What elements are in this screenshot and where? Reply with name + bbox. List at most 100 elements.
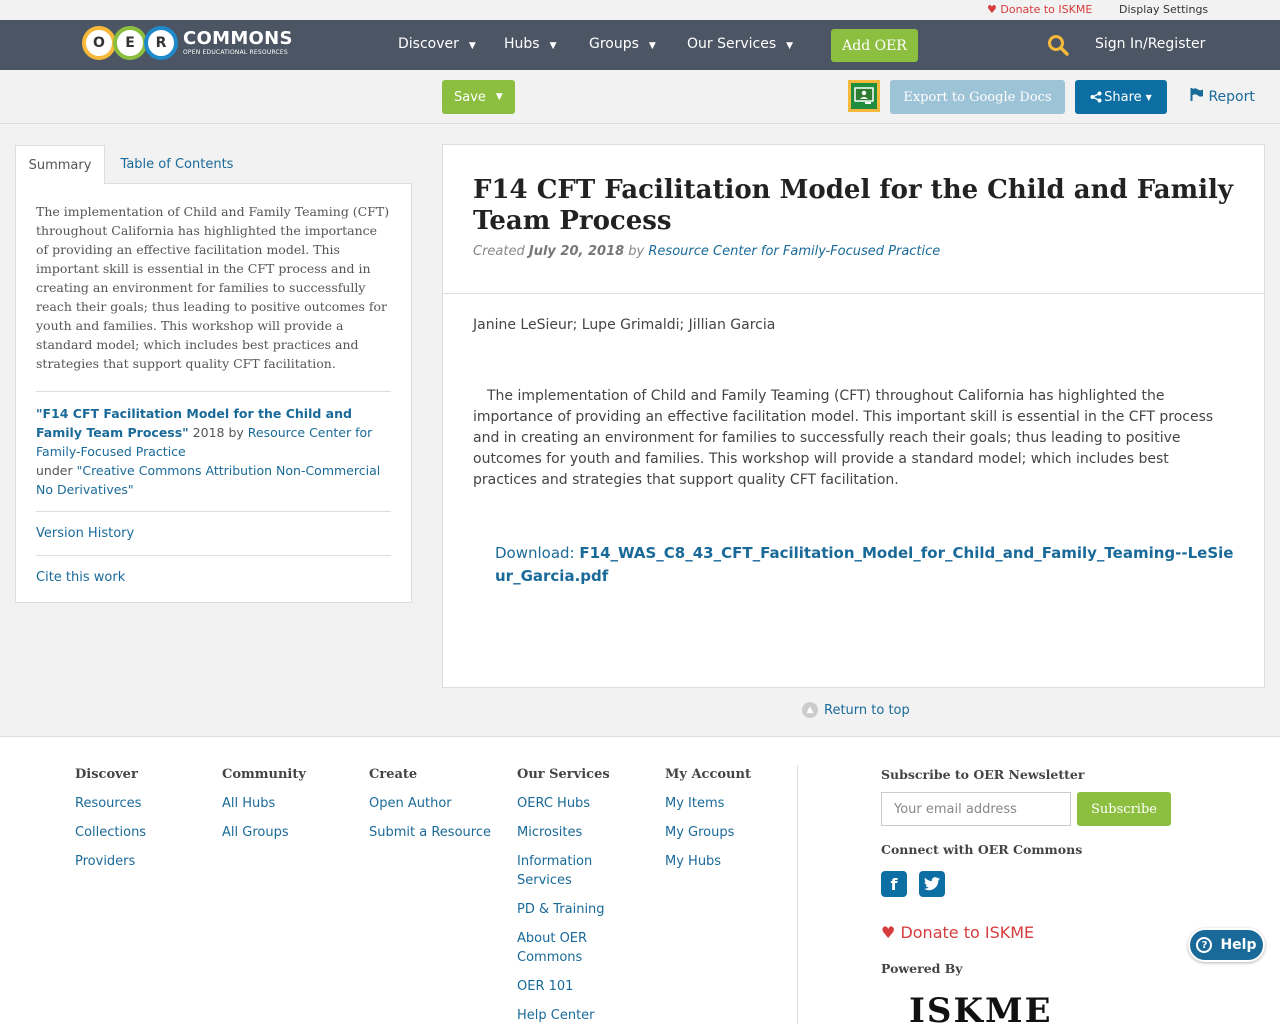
google-classroom-icon[interactable] [848, 80, 880, 112]
footer-link-submit-resource[interactable]: Submit a Resource [369, 823, 491, 842]
footer-link-all-groups[interactable]: All Groups [222, 823, 306, 842]
nav-discover[interactable]: Discover ▼ [398, 36, 476, 52]
footer-link-my-hubs[interactable]: My Hubs [665, 852, 751, 871]
tab-table-of-contents[interactable]: Table of Contents [115, 145, 239, 184]
oer-commons-logo[interactable]: O E R COMMONS OPEN EDUCATIONAL RESOURCES [82, 25, 293, 61]
sidebar-tabs: Summary Table of Contents [15, 145, 412, 184]
chevron-up-icon: ▲ [802, 702, 818, 718]
add-oer-button[interactable]: Add OER [831, 29, 918, 62]
nav-our-services[interactable]: Our Services ▼ [687, 36, 793, 52]
divider [443, 293, 1264, 294]
chevron-down-icon: ▼ [468, 41, 476, 51]
footer-heading: Our Services [517, 767, 610, 782]
flag-icon [1190, 88, 1203, 101]
logo-tagline: OPEN EDUCATIONAL RESOURCES [183, 49, 288, 56]
created-line: Created July 20, 2018 by Resource Center… [473, 244, 941, 259]
footer-newsletter: Subscribe to OER Newsletter Your email a… [881, 767, 1181, 1024]
footer-col-community: Community All Hubs All Groups [222, 767, 306, 852]
summary-panel: The implementation of Child and Family T… [15, 183, 412, 603]
utility-bar: ♥ Donate to ISKME Display Settings [0, 0, 1280, 20]
classroom-figure-icon [854, 87, 874, 104]
created-date: July 20, 2018 [528, 244, 625, 259]
tab-summary[interactable]: Summary [15, 145, 105, 184]
donate-link[interactable]: ♥ Donate to ISKME [987, 3, 1092, 16]
iskme-logo[interactable]: ISKME [909, 991, 1053, 1024]
twitter-icon[interactable] [919, 871, 945, 897]
share-button[interactable]: Share ▼ [1075, 80, 1167, 114]
attribution-block: "F14 CFT Facilitation Model for the Chil… [36, 406, 381, 497]
logo-letter-r: R [144, 26, 178, 60]
newsletter-heading: Subscribe to OER Newsletter [881, 767, 1085, 782]
abstract-text: The implementation of Child and Family T… [473, 388, 1214, 488]
chevron-down-icon: ▼ [648, 41, 656, 51]
logo-letter-o: O [82, 26, 116, 60]
footer-link-my-items[interactable]: My Items [665, 794, 751, 813]
footer: Discover Resources Collections Providers… [0, 736, 1280, 1024]
footer-heading: Discover [75, 767, 138, 782]
download-row: Download: F14_WAS_C8_43_CFT_Facilitation… [495, 544, 1234, 585]
footer-link-oerc-hubs[interactable]: OERC Hubs [517, 794, 627, 813]
footer-heading: Community [222, 767, 306, 782]
footer-col-create: Create Open Author Submit a Resource [369, 767, 491, 852]
export-google-docs-button[interactable]: Export to Google Docs [890, 80, 1065, 114]
footer-link-providers[interactable]: Providers [75, 852, 146, 871]
footer-link-all-hubs[interactable]: All Hubs [222, 794, 306, 813]
sign-in-register-link[interactable]: Sign In/Register [1095, 36, 1205, 52]
chevron-down-icon: ▼ [549, 41, 557, 51]
footer-heading: Create [369, 767, 418, 782]
divider [36, 391, 391, 392]
footer-link-help-center[interactable]: Help Center [517, 1006, 627, 1024]
footer-col-services: Our Services OERC Hubs Microsites Inform… [517, 767, 627, 1024]
question-icon: ? [1196, 937, 1213, 953]
cite-this-work-link[interactable]: Cite this work [36, 556, 391, 599]
footer-divider [797, 765, 798, 1024]
subscribe-button[interactable]: Subscribe [1077, 792, 1171, 826]
heart-icon: ♥ [881, 923, 896, 942]
resource-sidebar: Summary Table of Contents The implementa… [15, 145, 412, 603]
report-link[interactable]: Report [1190, 88, 1255, 105]
logo-text: COMMONS OPEN EDUCATIONAL RESOURCES [183, 30, 293, 56]
summary-text: The implementation of Child and Family T… [36, 204, 390, 371]
save-button[interactable]: Save ▼ [442, 80, 515, 114]
return-to-top-link[interactable]: ▲ Return to top [802, 702, 910, 718]
search-icon[interactable] [1047, 34, 1069, 56]
download-file-link[interactable]: F14_WAS_C8_43_CFT_Facilitation_Model_for… [495, 544, 1233, 585]
authors-text: Janine LeSieur; Lupe Grimaldi; Jillian G… [473, 317, 776, 333]
share-icon [1090, 91, 1102, 103]
logo-letter-e: E [113, 26, 147, 60]
version-history-link[interactable]: Version History [36, 512, 391, 555]
footer-link-oer-101[interactable]: OER 101 [517, 977, 627, 996]
footer-link-about[interactable]: About OER Commons [517, 929, 627, 967]
footer-donate-link[interactable]: ♥ Donate to ISKME [881, 923, 1034, 942]
heart-icon: ♥ [987, 3, 997, 16]
chevron-down-icon: ▼ [786, 41, 794, 51]
twitter-bird-icon [924, 877, 940, 891]
footer-link-my-groups[interactable]: My Groups [665, 823, 751, 842]
footer-link-resources[interactable]: Resources [75, 794, 146, 813]
main-nav: O E R COMMONS OPEN EDUCATIONAL RESOURCES… [0, 20, 1280, 70]
footer-link-microsites[interactable]: Microsites [517, 823, 627, 842]
resource-action-bar: Save ▼ Export to Google Docs Share ▼ Repor… [0, 70, 1280, 124]
footer-heading: My Account [665, 767, 751, 782]
resource-title: F14 CFT Facilitation Model for the Child… [473, 175, 1234, 236]
email-input[interactable]: Your email address [881, 792, 1071, 826]
footer-link-collections[interactable]: Collections [75, 823, 146, 842]
footer-link-information-services[interactable]: Information Services [517, 852, 627, 890]
provider-link[interactable]: Resource Center for Family-Focused Pract… [648, 244, 940, 259]
chevron-down-icon: ▼ [495, 92, 503, 102]
nav-hubs[interactable]: Hubs ▼ [504, 36, 557, 52]
footer-col-account: My Account My Items My Groups My Hubs [665, 767, 751, 881]
powered-by-heading: Powered By [881, 961, 963, 976]
facebook-icon[interactable]: f [881, 871, 907, 897]
chevron-down-icon: ▼ [1145, 92, 1152, 102]
logo-word: COMMONS [183, 28, 293, 49]
display-settings-link[interactable]: Display Settings [1119, 3, 1208, 16]
license-link[interactable]: "Creative Commons Attribution Non-Commer… [36, 463, 380, 497]
footer-col-discover: Discover Resources Collections Providers [75, 767, 146, 881]
footer-link-pd-training[interactable]: PD & Training [517, 900, 627, 919]
help-button[interactable]: ? Help [1188, 928, 1265, 962]
footer-link-open-author[interactable]: Open Author [369, 794, 491, 813]
nav-groups[interactable]: Groups ▼ [589, 36, 656, 52]
connect-heading: Connect with OER Commons [881, 842, 1083, 857]
resource-content: F14 CFT Facilitation Model for the Child… [442, 144, 1265, 688]
